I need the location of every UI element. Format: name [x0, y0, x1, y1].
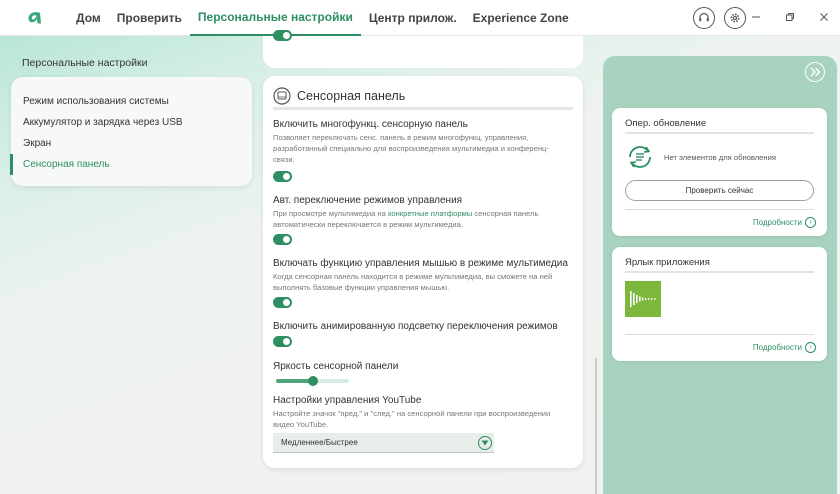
shortcut-details-link[interactable]: Подробности ›: [753, 342, 816, 353]
youtube-title: Настройки управления YouTube: [273, 395, 422, 406]
app-shortcut-tile[interactable]: [625, 281, 661, 317]
youtube-select-value: Медленнее/Быстрее: [281, 438, 358, 447]
touchpad-icon: [273, 86, 291, 105]
section-title: Сенсорная панель: [297, 88, 406, 103]
brightness-slider[interactable]: [276, 376, 349, 386]
chevron-right-icon: ›: [805, 217, 816, 228]
expand-double-chevron-icon[interactable]: [805, 62, 825, 82]
update-details-label: Подробности: [752, 218, 802, 227]
live-update-divider: [625, 132, 814, 134]
sidebar-item-touchpad[interactable]: Сенсорная панель: [10, 154, 252, 175]
brightness-slider-thumb[interactable]: [307, 376, 318, 386]
nav-experience-zone[interactable]: Experience Zone: [465, 0, 577, 36]
minimize-icon[interactable]: [750, 10, 762, 24]
auto-switch-toggle[interactable]: [273, 234, 292, 245]
touchpad-settings-card: Сенсорная панель Включить многофункц. се…: [263, 76, 583, 468]
support-headset-icon[interactable]: [693, 7, 715, 29]
previous-section-toggle[interactable]: [273, 30, 292, 41]
shortcut-details-label: Подробности: [752, 343, 802, 352]
update-sync-icon: [629, 146, 651, 168]
check-now-button[interactable]: Проверить сейчас: [625, 180, 814, 201]
live-update-card: Опер. обновление Нет элементов для обнов…: [612, 108, 827, 236]
youtube-control-select[interactable]: Медленнее/Быстрее: [273, 433, 494, 453]
nav-home[interactable]: Дом: [68, 0, 109, 36]
previous-section-card: [263, 30, 583, 68]
update-status-text: Нет элементов для обновления: [664, 153, 776, 162]
left-panel-title: Персональные настройки: [22, 57, 148, 69]
sidebar-item-display[interactable]: Экран: [10, 133, 252, 154]
chevron-right-icon: ›: [805, 342, 816, 353]
auto-switch-desc: При просмотре мультимедиа на конкретные …: [273, 209, 539, 229]
chevron-down-icon[interactable]: [478, 435, 492, 450]
animated-backlight-toggle[interactable]: [273, 336, 292, 347]
multifunction-toggle[interactable]: [273, 171, 292, 182]
center-scrollbar[interactable]: [595, 358, 597, 494]
shortcut-card-divider: [625, 334, 814, 335]
update-details-link[interactable]: Подробности ›: [753, 217, 816, 228]
animated-backlight-title: Включить анимированную подсветку переклю…: [273, 321, 558, 332]
acer-logo[interactable]: [20, 8, 50, 28]
right-panel: Опер. обновление Нет элементов для обнов…: [603, 56, 837, 494]
top-nav: Дом Проверить Персональные настройки Цен…: [0, 0, 840, 36]
mouse-control-title: Включать функцию управления мышью в режи…: [273, 258, 568, 269]
mouse-control-desc: Когда сенсорная панель находится в режим…: [273, 272, 553, 292]
close-icon[interactable]: [818, 10, 830, 24]
sidebar-item-battery-usb[interactable]: Аккумулятор и зарядка через USB: [10, 112, 252, 133]
sidebar-item-system-mode[interactable]: Режим использования системы: [10, 91, 252, 112]
update-card-divider: [625, 209, 814, 210]
nav-check[interactable]: Проверить: [109, 0, 190, 36]
specific-platforms-link[interactable]: конкретные платформы: [388, 209, 472, 218]
app-shortcut-card: Ярлык приложения Подробности ›: [612, 247, 827, 361]
sound-wave-icon: [630, 291, 656, 307]
youtube-desc: Настройте значок "пред." и "след." на се…: [273, 409, 551, 429]
brightness-title: Яркость сенсорной панели: [273, 361, 399, 372]
settings-gear-icon[interactable]: [724, 7, 746, 29]
restore-icon[interactable]: [784, 10, 796, 24]
touchpad-section-header: Сенсорная панель: [273, 84, 573, 110]
auto-switch-title: Авт. переключение режимов управления: [273, 195, 463, 206]
multifunction-desc: Позволяет переключать сенс. панель в реж…: [273, 133, 549, 164]
app-shortcut-divider: [625, 271, 814, 273]
app-shortcut-title: Ярлык приложения: [625, 257, 710, 268]
settings-sidebar: Режим использования системы Аккумулятор …: [10, 77, 252, 186]
live-update-title: Опер. обновление: [625, 118, 707, 129]
nav-app-center[interactable]: Центр прилож.: [361, 0, 465, 36]
mouse-control-toggle[interactable]: [273, 297, 292, 308]
multifunction-title: Включить многофункц. сенсорную панель: [273, 119, 468, 130]
